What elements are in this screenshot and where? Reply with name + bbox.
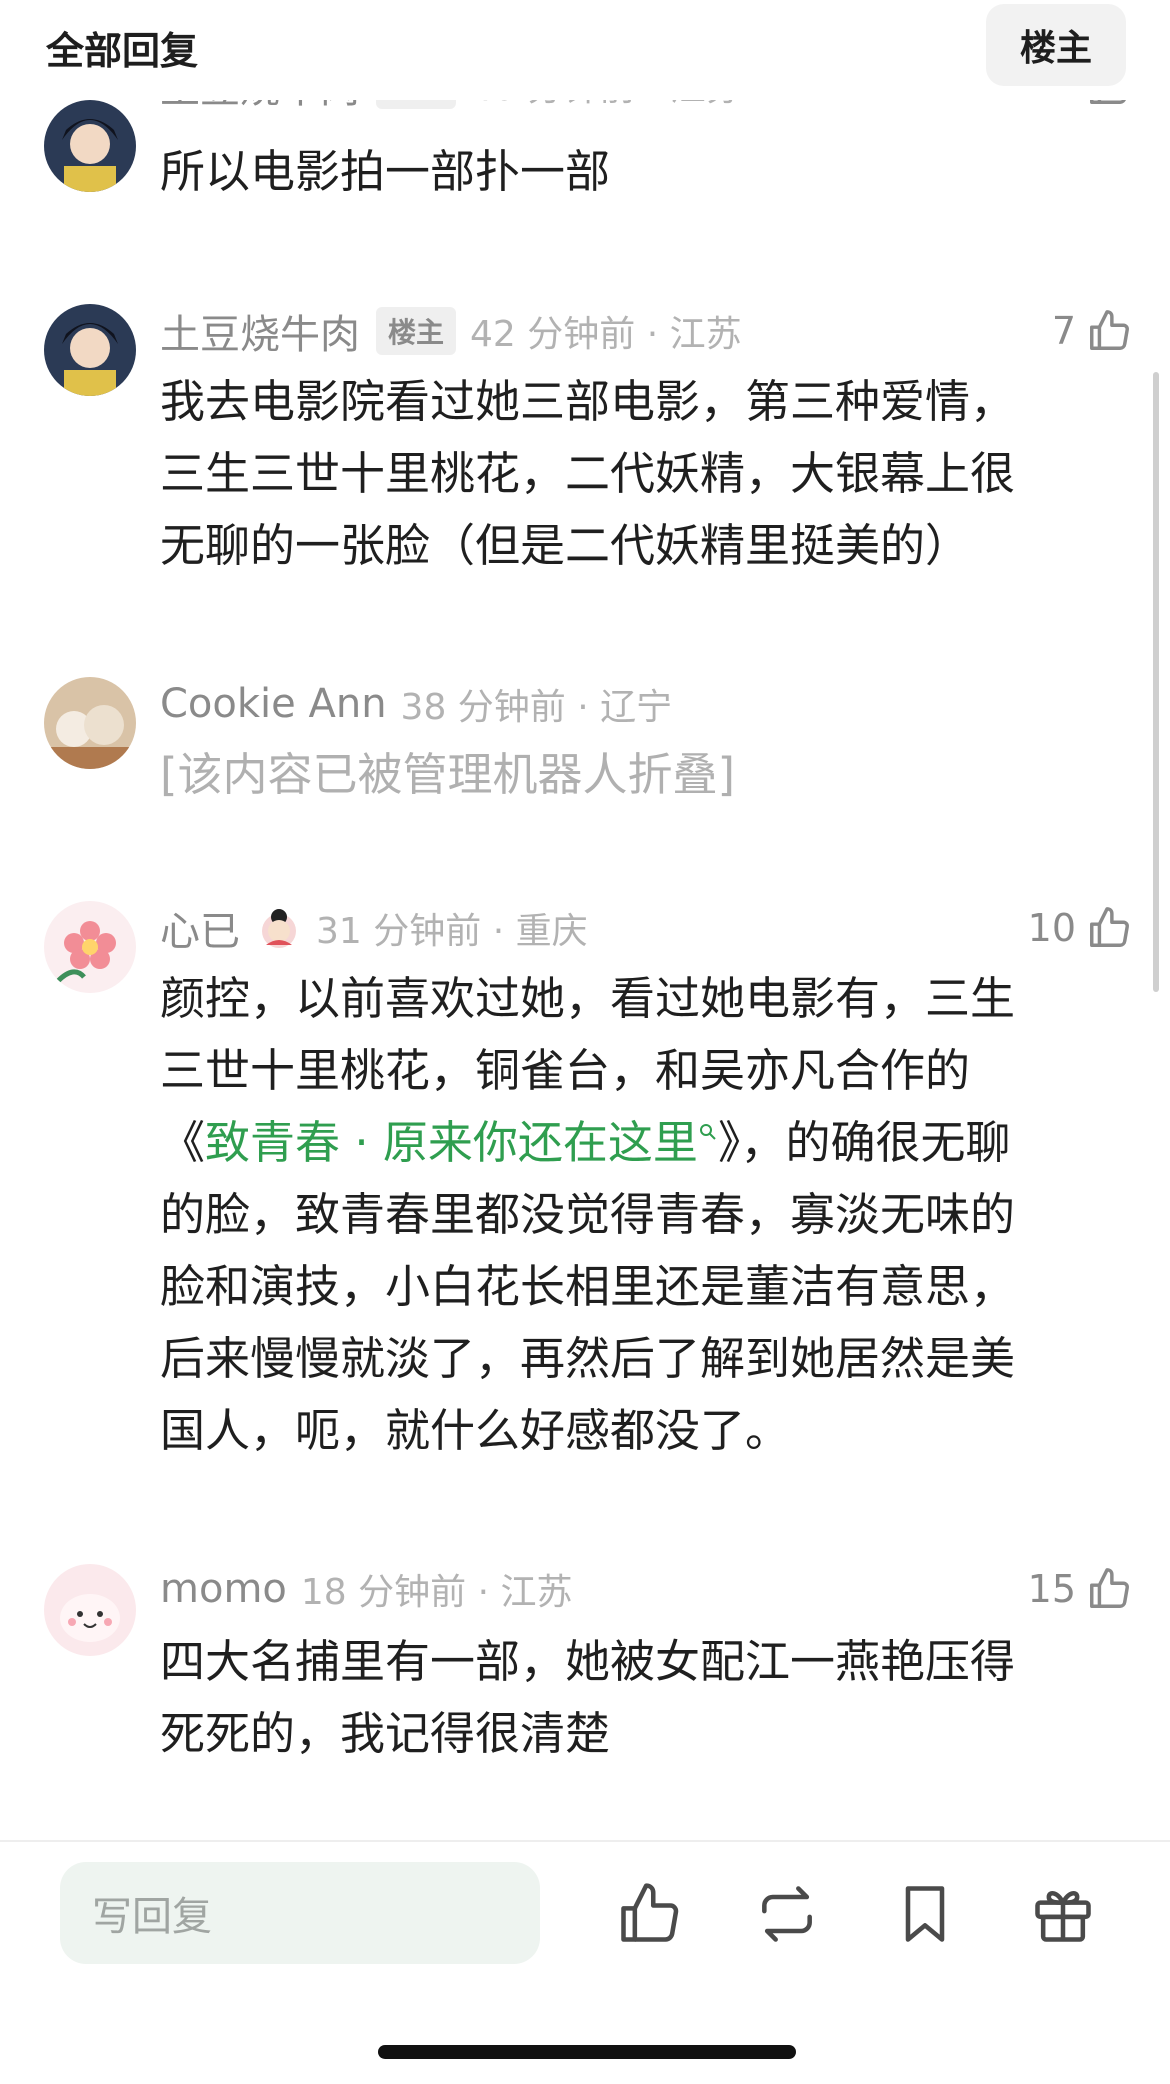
- comment-line: 的脸，致青春里都没觉得青春，寡淡无味的: [160, 1188, 1016, 1241]
- comment-line: 我去电影院看过她三部电影，第三种爱情，: [160, 375, 1016, 428]
- comment-line: 国人，呃，就什么好感都没了。: [160, 1404, 791, 1457]
- owner-badge: 楼主: [376, 307, 457, 355]
- comment-line: 所以电影拍一部扑一部: [160, 145, 611, 198]
- comment-line: 脸和演技，小白花长相里还是董洁有意思，: [160, 1260, 1016, 1313]
- like-button[interactable]: 10: [1028, 903, 1132, 953]
- comment-line: 后来慢慢就淡了，再然后了解到她居然是美: [160, 1332, 1016, 1385]
- like-count: 10: [1027, 906, 1076, 950]
- footer-divider: [0, 1840, 1170, 1842]
- avatar[interactable]: [44, 304, 136, 396]
- comment-line: 三生三世十里桃花，二代妖精，大银幕上很: [160, 447, 1016, 500]
- repost-icon[interactable]: [753, 1880, 821, 1948]
- folded-notice: [该内容已被管理机器人折叠]: [160, 739, 1100, 811]
- comment-line: 死死的，我记得很清楚: [160, 1707, 611, 1760]
- fan-medal-icon: [262, 909, 296, 948]
- thumbs-up-icon: [1090, 1568, 1129, 1608]
- comment-line: 《致青春 · 原来你还在这里 》，的确很无聊: [160, 1107, 1100, 1179]
- like-count: 7: [1051, 309, 1076, 353]
- comment-meta: Cookie Ann 38 分钟前 · 辽宁: [160, 679, 672, 729]
- comment-line: [该内容已被管理机器人折叠]: [160, 748, 736, 801]
- comment-line: 颜控，以前喜欢过她，看过她电影有，三生: [160, 972, 1016, 1025]
- avatar[interactable]: [44, 901, 136, 993]
- username[interactable]: momo: [160, 1566, 287, 1612]
- like-button[interactable]: 15: [1028, 1564, 1132, 1614]
- comment-body: 四大名捕里有一部，她被女配江一燕艳压得 死死的，我记得很清楚: [160, 1626, 1100, 1770]
- like-count: 15: [1027, 1567, 1076, 1611]
- comment-body: 所以电影拍一部扑一部: [160, 136, 1100, 208]
- comment-meta: 心已 31 分钟前 · 重庆: [160, 903, 588, 955]
- comment-meta: 土豆烧牛肉 楼主 42 分钟前 · 江苏: [160, 306, 742, 358]
- quote-open: 《: [160, 1116, 206, 1169]
- quote-close: 》，的确很无聊: [717, 1116, 1011, 1169]
- gift-icon[interactable]: [1029, 1880, 1097, 1948]
- header: 全部回复 楼主: [0, 0, 1170, 100]
- avatar[interactable]: [44, 1564, 136, 1656]
- username[interactable]: 心已: [160, 899, 240, 957]
- thumbs-up-icon[interactable]: [615, 1880, 683, 1948]
- timestamp: 42 分钟前 · 江苏: [470, 314, 742, 355]
- movie-link-text: 致青春 · 原来你还在这里: [205, 1116, 698, 1169]
- like-button[interactable]: 7: [1052, 306, 1132, 356]
- comment-line: 无聊的一张脸（但是二代妖精里挺美的）: [160, 519, 971, 572]
- avatar[interactable]: [44, 100, 136, 192]
- reply-input[interactable]: 写回复: [60, 1862, 540, 1964]
- thumbs-up-icon: [1090, 310, 1129, 350]
- page-title: 全部回复: [46, 29, 199, 73]
- timestamp: 38 分钟前 · 辽宁: [400, 687, 673, 728]
- search-icon: [699, 1124, 716, 1140]
- username[interactable]: Cookie Ann: [160, 681, 387, 727]
- thumbs-up-icon: [1090, 907, 1129, 947]
- scrollbar[interactable]: [1153, 372, 1159, 992]
- comment-body: 颜控，以前喜欢过她，看过她电影有，三生 三世十里桃花，铜雀台，和吴亦凡合作的 《…: [160, 963, 1100, 1467]
- bookmark-icon[interactable]: [891, 1880, 959, 1948]
- username[interactable]: 土豆烧牛肉: [160, 302, 360, 360]
- avatar[interactable]: [44, 677, 136, 769]
- home-indicator: [378, 2045, 796, 2059]
- timestamp: 18 分钟前 · 江苏: [300, 1572, 573, 1613]
- comment-meta: momo 18 分钟前 · 江苏: [160, 1564, 572, 1614]
- comment-body: 我去电影院看过她三部电影，第三种爱情， 三生三世十里桃花，二代妖精，大银幕上很 …: [160, 366, 1100, 582]
- timestamp: 31 分钟前 · 重庆: [316, 911, 588, 952]
- comment-line: 三世十里桃花，铜雀台，和吴亦凡合作的: [160, 1044, 971, 1097]
- movie-link[interactable]: 致青春 · 原来你还在这里: [205, 1116, 718, 1169]
- comment-line: 四大名捕里有一部，她被女配江一燕艳压得: [160, 1635, 1016, 1688]
- owner-only-button[interactable]: 楼主: [986, 4, 1126, 86]
